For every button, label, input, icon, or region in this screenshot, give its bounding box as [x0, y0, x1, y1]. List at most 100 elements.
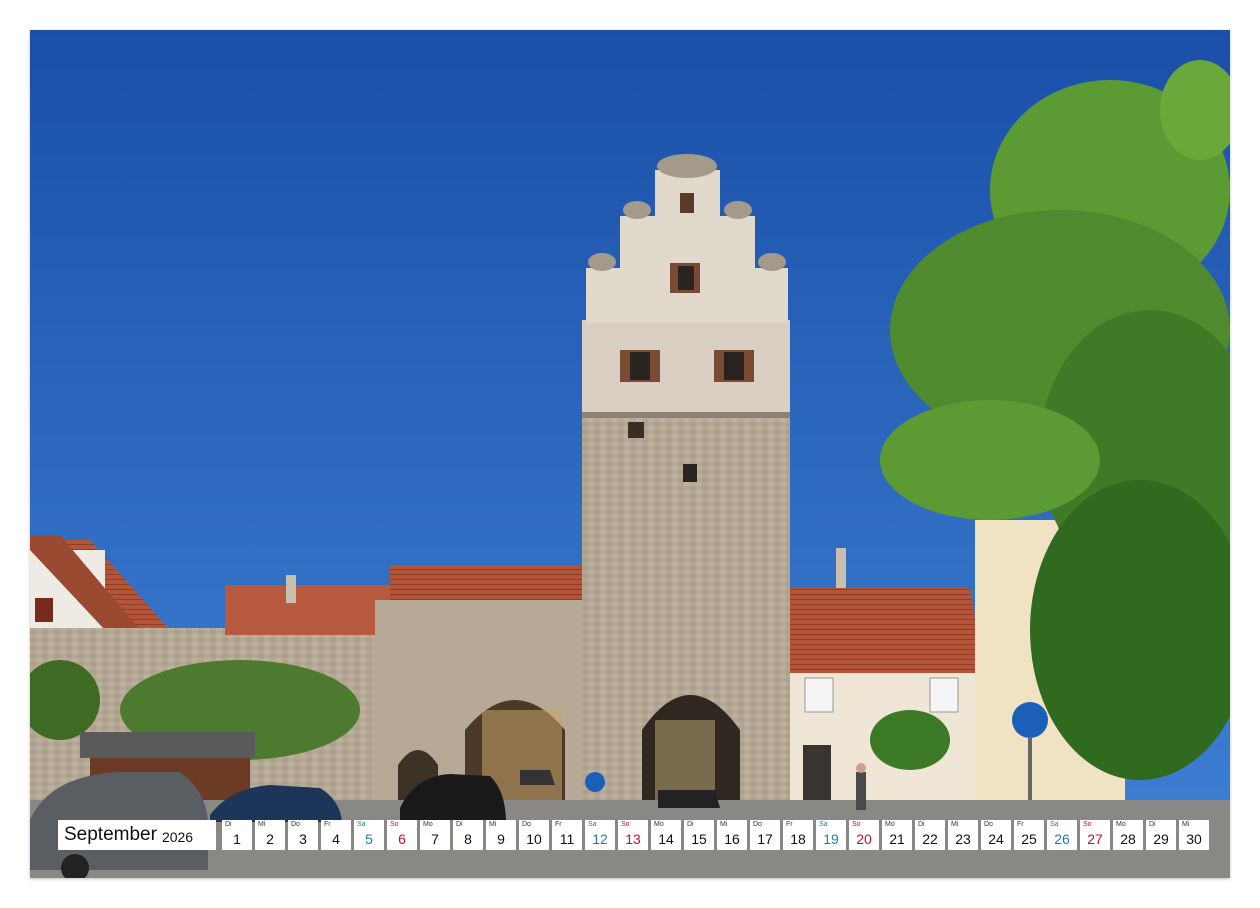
day-number: 1: [233, 831, 241, 847]
weekday-label: Mi: [1182, 821, 1190, 828]
day-cell: Di 15: [684, 820, 714, 850]
day-cell: Mo 14: [651, 820, 681, 850]
day-number: 7: [431, 831, 439, 847]
weekday-label: Sa: [357, 821, 366, 828]
shed-roof: [80, 732, 255, 758]
weekday-label: Mi: [720, 821, 728, 828]
weekday-label: Do: [522, 821, 531, 828]
wall-roof: [390, 565, 582, 602]
day-cell: Mi 30: [1179, 820, 1209, 850]
day-cell: Di 8: [453, 820, 483, 850]
day-cell: Fr 11: [552, 820, 582, 850]
day-number: 28: [1120, 831, 1136, 847]
day-cell: Mi 9: [486, 820, 516, 850]
weekday-label: Fr: [324, 821, 331, 828]
day-cell: So 6: [387, 820, 417, 850]
day-number: 15: [691, 831, 707, 847]
weekday-label: So: [621, 821, 630, 828]
day-number: 17: [757, 831, 773, 847]
day-cell: Mi 16: [717, 820, 747, 850]
day-cell: Do 24: [981, 820, 1011, 850]
month-year: 2026: [161, 828, 194, 845]
day-number: 9: [497, 831, 505, 847]
weekday-label: Mi: [489, 821, 497, 828]
day-cell: Di 1: [222, 820, 252, 850]
day-number: 8: [464, 831, 472, 847]
day-number: 18: [790, 831, 806, 847]
day-cell: So 20: [849, 820, 879, 850]
weekday-label: Sa: [1050, 821, 1059, 828]
day-number: 26: [1054, 831, 1070, 847]
day-number: 6: [398, 831, 406, 847]
day-number: 27: [1087, 831, 1103, 847]
weekday-label: Fr: [1017, 821, 1024, 828]
day-cell: Fr 18: [783, 820, 813, 850]
weekday-label: Mi: [951, 821, 959, 828]
day-cell: Mo 7: [420, 820, 450, 850]
day-number: 30: [1186, 831, 1202, 847]
calendar-photo: [30, 30, 1230, 878]
month-name: September: [64, 824, 157, 845]
day-number: 13: [625, 831, 641, 847]
day-cell: Mo 21: [882, 820, 912, 850]
weekday-label: Di: [456, 821, 463, 828]
day-number: 2: [266, 831, 274, 847]
weekday-label: So: [852, 821, 861, 828]
weekday-label: Fr: [786, 821, 793, 828]
day-number: 11: [559, 831, 575, 847]
weekday-label: Di: [225, 821, 232, 828]
weekday-label: So: [390, 821, 399, 828]
day-number: 25: [1021, 831, 1037, 847]
day-number: 29: [1153, 831, 1169, 847]
weekday-label: Mi: [258, 821, 266, 828]
day-number: 3: [299, 831, 307, 847]
weekday-label: Do: [753, 821, 762, 828]
day-cell: Do 10: [519, 820, 549, 850]
day-cell: Fr 25: [1014, 820, 1044, 850]
house-roof-left: [225, 585, 390, 635]
day-cell: Fr 4: [321, 820, 351, 850]
day-number: 4: [332, 831, 340, 847]
weekday-label: Mo: [1116, 821, 1126, 828]
day-cell: Sa 26: [1047, 820, 1077, 850]
weekday-label: Di: [687, 821, 694, 828]
weekday-label: Mo: [423, 821, 433, 828]
day-number: 19: [823, 831, 839, 847]
day-number: 12: [592, 831, 608, 847]
weekday-label: Do: [291, 821, 300, 828]
weekday-label: So: [1083, 821, 1092, 828]
day-cell: Do 17: [750, 820, 780, 850]
calendar-bar: September 2026 Di 1 Mi 2 Do 3 Fr 4 Sa 5 So 6 Mo 7 Di 8 M…: [58, 820, 1209, 850]
day-number: 21: [889, 831, 905, 847]
month-label: September 2026: [58, 820, 216, 850]
weekday-label: Mo: [885, 821, 895, 828]
town-gate-photo: [30, 30, 1230, 878]
weekday-label: Di: [1149, 821, 1156, 828]
weekday-label: Do: [984, 821, 993, 828]
weekday-label: Sa: [588, 821, 597, 828]
day-cell: So 13: [618, 820, 648, 850]
day-cell: Sa 5: [354, 820, 384, 850]
day-number: 20: [856, 831, 872, 847]
day-number: 14: [658, 831, 674, 847]
pedestrian: [856, 772, 866, 810]
day-cell: So 27: [1080, 820, 1110, 850]
day-cells: Di 1 Mi 2 Do 3 Fr 4 Sa 5 So 6 Mo 7 Di 8 Mi 9 Do 10 Fr 11 Sa 12 S…: [222, 820, 1209, 850]
weekday-label: Di: [918, 821, 925, 828]
day-cell: Sa 19: [816, 820, 846, 850]
day-number: 24: [988, 831, 1004, 847]
pedestrian-sign: [1012, 702, 1048, 738]
day-number: 23: [955, 831, 971, 847]
day-number: 16: [724, 831, 740, 847]
weekday-label: Sa: [819, 821, 828, 828]
day-cell: Mo 28: [1113, 820, 1143, 850]
day-number: 22: [922, 831, 938, 847]
day-number: 10: [526, 831, 542, 847]
day-cell: Sa 12: [585, 820, 615, 850]
weekday-label: Mo: [654, 821, 664, 828]
day-cell: Mi 23: [948, 820, 978, 850]
day-cell: Mi 2: [255, 820, 285, 850]
weekday-label: Fr: [555, 821, 562, 828]
day-cell: Di 29: [1146, 820, 1176, 850]
day-number: 5: [365, 831, 373, 847]
